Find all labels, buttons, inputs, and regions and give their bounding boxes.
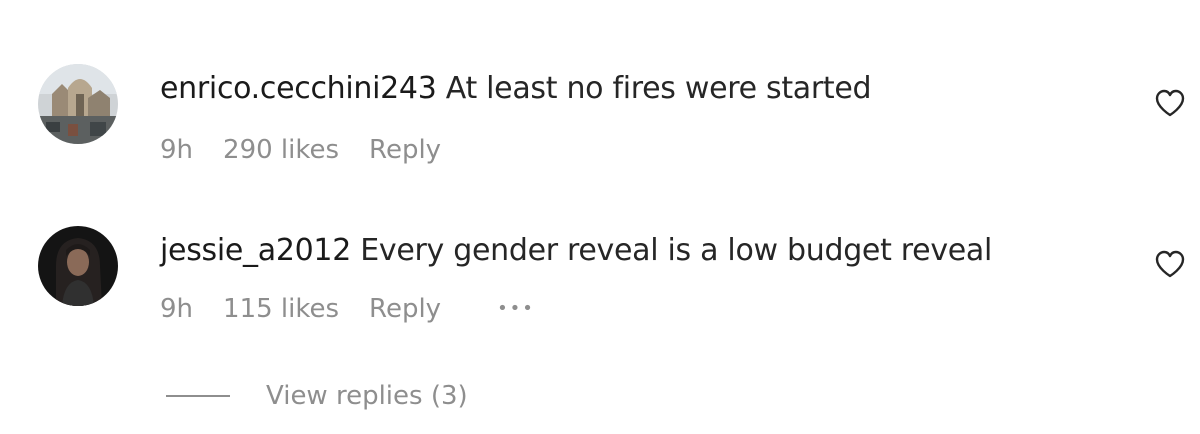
comment-username[interactable]: enrico.cecchini243 xyxy=(160,71,437,106)
likes-count[interactable]: 290 likes xyxy=(223,133,339,167)
likes-count[interactable]: 115 likes xyxy=(223,292,339,326)
comment-text-line: enrico.cecchini243 At least no fires wer… xyxy=(160,69,872,109)
comment-timestamp: 9h xyxy=(160,135,194,165)
comment-username[interactable]: jessie_a2012 xyxy=(160,233,351,268)
comment-body: Every gender reveal is a low budget reve… xyxy=(360,233,993,268)
more-options-icon[interactable]: ••• xyxy=(497,292,535,326)
reply-button[interactable]: Reply xyxy=(369,292,441,326)
comment-timestamp: 9h xyxy=(160,294,194,324)
view-replies-button[interactable]: View replies (3) xyxy=(166,378,468,414)
heart-outline-icon[interactable] xyxy=(1154,249,1186,279)
comment-meta: 9h 290 likes Reply xyxy=(160,133,441,167)
heart-outline-icon[interactable] xyxy=(1154,88,1186,118)
view-replies-label: View replies (3) xyxy=(266,381,468,411)
avatar[interactable] xyxy=(38,64,118,144)
comment-text-line: jessie_a2012 Every gender reveal is a lo… xyxy=(160,231,992,271)
view-replies-divider xyxy=(166,395,230,397)
comment-meta: 9h 115 likes Reply ••• xyxy=(160,292,535,326)
avatar[interactable] xyxy=(38,226,118,306)
comment-body: At least no fires were started xyxy=(445,71,872,106)
avatar-photo-person-icon xyxy=(38,226,118,306)
avatar-photo-cathedral-icon xyxy=(38,64,118,144)
reply-button[interactable]: Reply xyxy=(369,133,441,167)
